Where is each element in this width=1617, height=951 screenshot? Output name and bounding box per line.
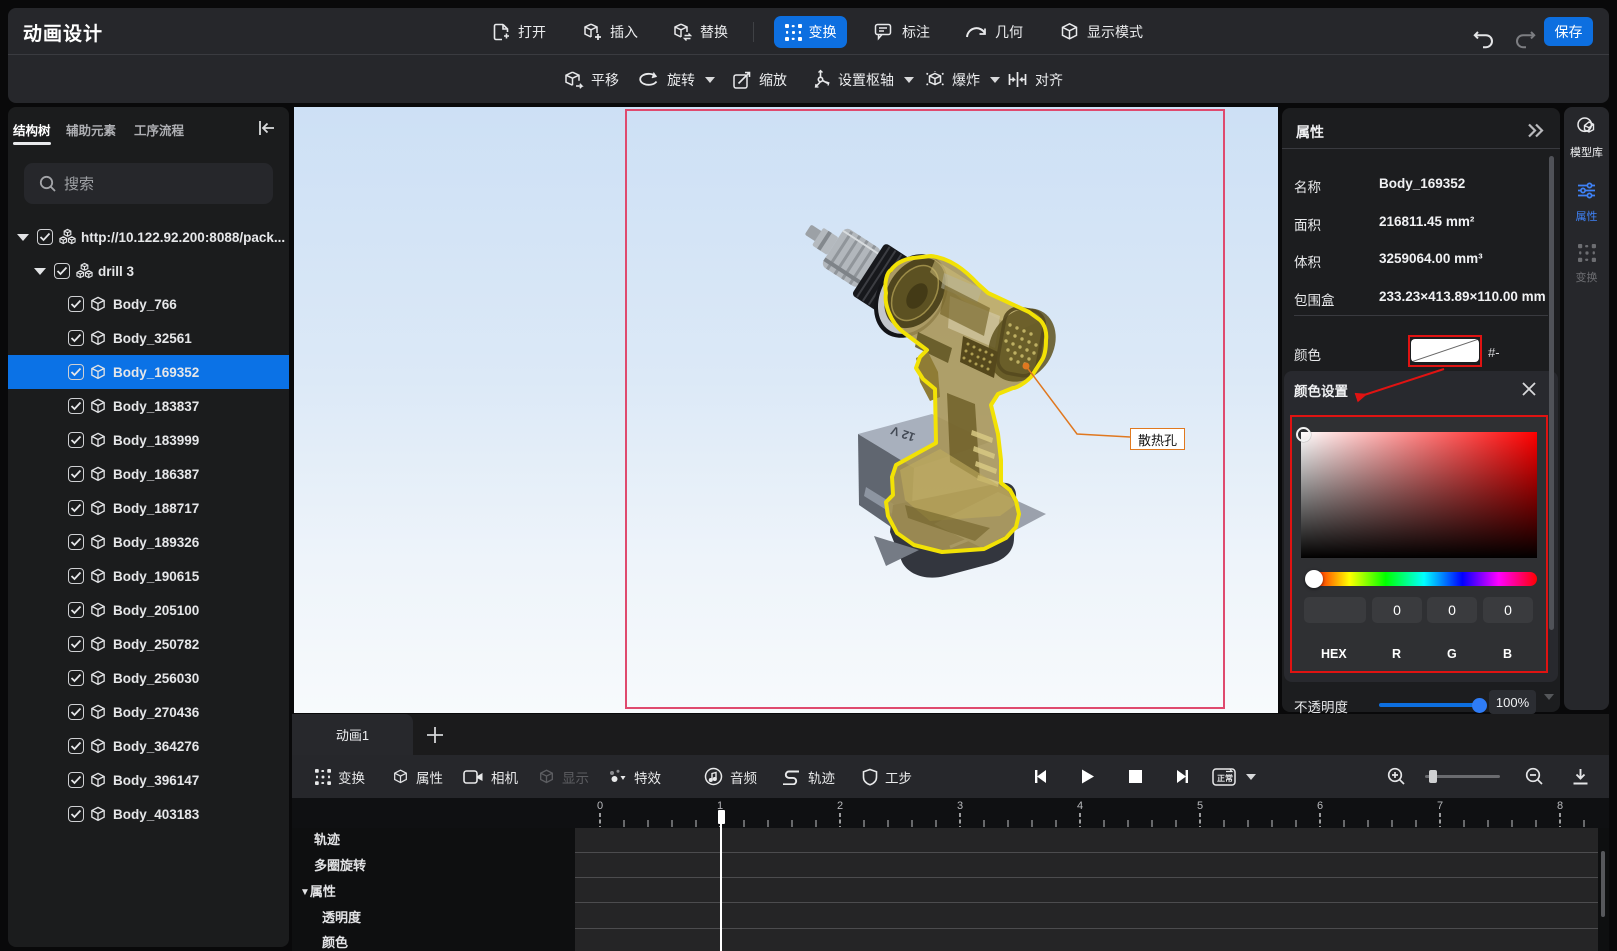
- svg-text:8: 8: [1557, 800, 1563, 812]
- svg-text:2: 2: [837, 800, 843, 812]
- svg-text:3: 3: [957, 800, 963, 812]
- svg-text:0: 0: [597, 800, 603, 812]
- svg-text:正常: 正常: [1217, 773, 1233, 783]
- svg-text:7: 7: [1437, 800, 1443, 812]
- svg-text:5: 5: [1197, 800, 1203, 812]
- svg-text:4: 4: [1077, 800, 1083, 812]
- svg-text:6: 6: [1317, 800, 1323, 812]
